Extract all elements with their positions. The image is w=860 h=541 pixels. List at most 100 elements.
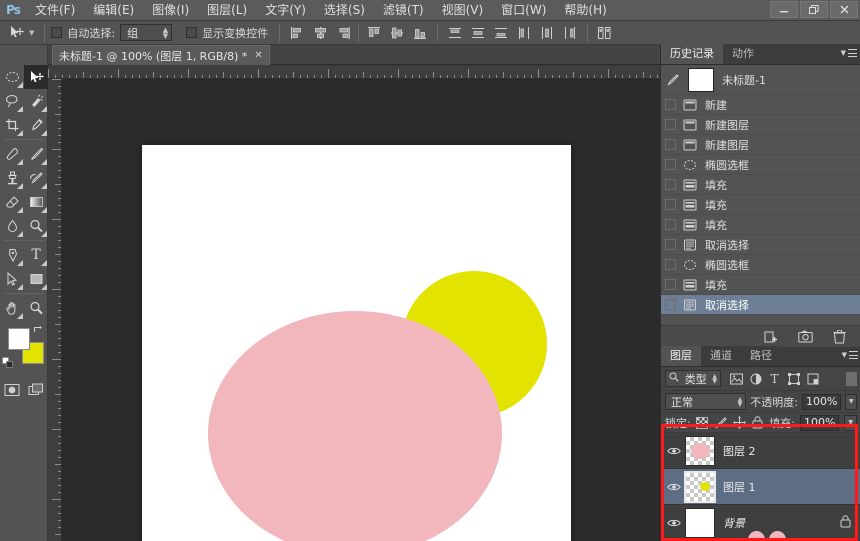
- quick-selection-tool[interactable]: [24, 89, 48, 113]
- tab-actions[interactable]: 动作: [723, 44, 763, 64]
- tab-history[interactable]: 历史记录: [661, 44, 723, 64]
- history-state-row[interactable]: 新建图层: [661, 135, 860, 155]
- layer-name[interactable]: 图层 1: [723, 479, 756, 495]
- layers-panel-menu-button[interactable]: ▼: [842, 351, 858, 359]
- current-tool-preset[interactable]: ▼: [0, 24, 38, 42]
- marquee-tool[interactable]: [0, 65, 24, 89]
- layer-visibility-eye-icon[interactable]: [663, 482, 685, 492]
- history-brush-source-checkbox[interactable]: [665, 139, 676, 150]
- zoom-tool[interactable]: [24, 296, 48, 320]
- history-brush-source-checkbox[interactable]: [665, 219, 676, 230]
- history-state-row[interactable]: 填充: [661, 275, 860, 295]
- spot-healing-brush-tool[interactable]: [0, 142, 24, 166]
- layer-thumbnail[interactable]: [685, 507, 715, 538]
- auto-align-layers-button[interactable]: [594, 23, 616, 43]
- blend-mode-dropdown[interactable]: 正常 ▲ ▼: [665, 393, 747, 410]
- filter-pixel-layers-icon[interactable]: [730, 372, 743, 386]
- layer-name[interactable]: 图层 2: [723, 443, 756, 459]
- history-brush-source-checkbox[interactable]: [665, 119, 676, 130]
- filter-smart-object-layers-icon[interactable]: [806, 372, 819, 386]
- fill-slider-chevron-icon[interactable]: ▼: [844, 414, 857, 431]
- gradient-tool[interactable]: [24, 190, 48, 214]
- eraser-tool[interactable]: [0, 190, 24, 214]
- close-icon[interactable]: ✕: [254, 50, 262, 61]
- opacity-slider-chevron-icon[interactable]: ▼: [845, 393, 857, 410]
- history-state-row[interactable]: 取消选择: [661, 235, 860, 255]
- history-brush-source-icon[interactable]: [665, 73, 681, 87]
- swap-colors-icon[interactable]: [33, 324, 44, 338]
- align-bottom-edges-button[interactable]: [409, 23, 431, 43]
- menu-select[interactable]: 选择(S): [315, 0, 374, 21]
- align-horizontal-centers-button[interactable]: [309, 23, 331, 43]
- history-state-row[interactable]: 填充: [661, 215, 860, 235]
- history-state-row[interactable]: 填充: [661, 195, 860, 215]
- delete-state-button[interactable]: [831, 329, 847, 345]
- menu-type[interactable]: 文字(Y): [256, 0, 315, 21]
- create-document-from-state-button[interactable]: [763, 329, 779, 345]
- tab-channels[interactable]: 通道: [701, 346, 741, 366]
- history-brush-source-checkbox[interactable]: [665, 199, 676, 210]
- menu-image[interactable]: 图像(I): [143, 0, 198, 21]
- eyedropper-tool[interactable]: [24, 113, 48, 137]
- history-brush-tool[interactable]: [24, 166, 48, 190]
- menu-file[interactable]: 文件(F): [26, 0, 84, 21]
- layer-filter-type-dropdown[interactable]: 类型 ▲ ▼: [665, 370, 721, 387]
- distribute-horizontal-centers-button[interactable]: [536, 23, 558, 43]
- history-state-row[interactable]: 椭圆选框: [661, 255, 860, 275]
- tab-paths[interactable]: 路径: [741, 346, 781, 366]
- history-state-row[interactable]: 新建图层: [661, 115, 860, 135]
- history-brush-source-checkbox[interactable]: [665, 299, 676, 310]
- brush-tool[interactable]: [24, 142, 48, 166]
- distribute-vertical-centers-button[interactable]: [467, 23, 489, 43]
- screen-mode-button[interactable]: [27, 382, 45, 398]
- filter-adjustment-layers-icon[interactable]: [749, 372, 762, 386]
- close-button[interactable]: [830, 1, 858, 18]
- restore-button[interactable]: [800, 1, 828, 18]
- canvas-area[interactable]: [48, 65, 660, 541]
- align-top-edges-button[interactable]: [363, 23, 385, 43]
- history-brush-source-checkbox[interactable]: [665, 159, 676, 170]
- blur-tool[interactable]: [0, 214, 24, 238]
- distribute-bottom-edges-button[interactable]: [490, 23, 512, 43]
- layer-row[interactable]: 图层 1: [661, 469, 860, 505]
- menu-edit[interactable]: 编辑(E): [84, 0, 143, 21]
- layer-thumbnail[interactable]: [684, 470, 716, 503]
- distribute-top-edges-button[interactable]: [444, 23, 466, 43]
- history-brush-source-checkbox[interactable]: [665, 279, 676, 290]
- move-tool[interactable]: [24, 65, 48, 89]
- history-state-row[interactable]: 取消选择: [661, 295, 860, 315]
- lock-transparent-pixels-icon[interactable]: [696, 416, 709, 430]
- distribute-right-edges-button[interactable]: [559, 23, 581, 43]
- lock-image-pixels-icon[interactable]: [714, 416, 728, 430]
- distribute-left-edges-button[interactable]: [513, 23, 535, 43]
- lasso-tool[interactable]: [0, 89, 24, 113]
- align-right-edges-button[interactable]: [332, 23, 354, 43]
- rectangle-tool[interactable]: [24, 267, 48, 291]
- filter-enable-toggle[interactable]: [846, 371, 857, 386]
- history-panel-menu-button[interactable]: ▼: [841, 49, 857, 57]
- history-state-list[interactable]: 未标题-1 新建 新建图层 新建图层 椭圆选框 填充 填充 填充 取消选择 椭圆选框 填充 取消选择: [661, 65, 860, 315]
- auto-select-checkbox[interactable]: [51, 27, 63, 38]
- opacity-field[interactable]: 100%: [801, 393, 842, 410]
- history-snapshot-row[interactable]: 未标题-1: [661, 65, 860, 95]
- create-snapshot-button[interactable]: [797, 329, 813, 345]
- layer-visibility-eye-icon[interactable]: [663, 518, 685, 528]
- document-canvas[interactable]: [142, 145, 571, 541]
- canvas-workspace[interactable]: [62, 79, 660, 541]
- lock-position-icon[interactable]: [732, 416, 746, 430]
- history-brush-source-checkbox[interactable]: [665, 239, 676, 250]
- quick-mask-mode-button[interactable]: [3, 382, 21, 398]
- path-selection-tool[interactable]: [0, 267, 24, 291]
- history-brush-source-checkbox[interactable]: [665, 99, 676, 110]
- pen-tool[interactable]: [0, 243, 24, 267]
- layer-thumbnail[interactable]: [685, 435, 715, 466]
- layer-row[interactable]: 图层 2: [661, 433, 860, 469]
- history-state-row[interactable]: 新建: [661, 95, 860, 115]
- history-brush-source-checkbox[interactable]: [665, 259, 676, 270]
- minimize-button[interactable]: [770, 1, 798, 18]
- history-state-row[interactable]: 填充: [661, 175, 860, 195]
- menu-help[interactable]: 帮助(H): [555, 0, 615, 21]
- auto-select-dropdown[interactable]: 组 ▲ ▼: [120, 24, 173, 41]
- layer-visibility-eye-icon[interactable]: [663, 446, 685, 456]
- menu-layer[interactable]: 图层(L): [198, 0, 256, 21]
